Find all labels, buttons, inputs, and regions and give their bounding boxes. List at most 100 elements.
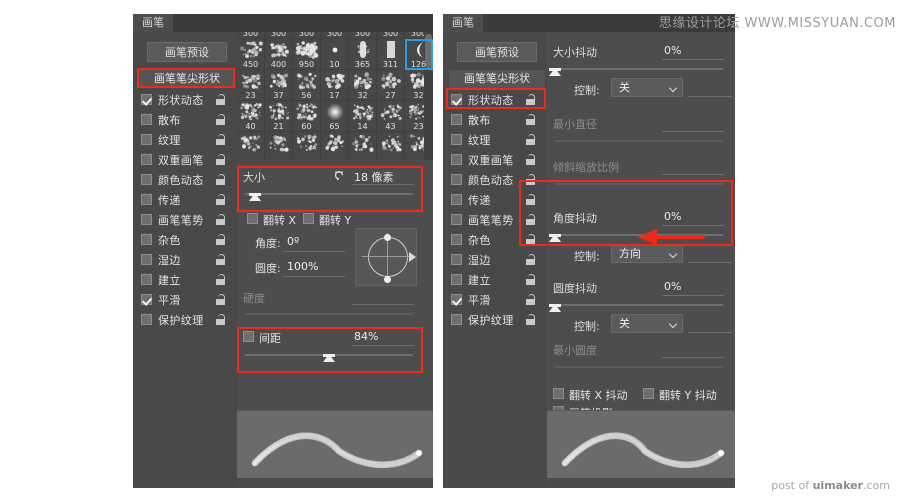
spacing-value[interactable]: 84% <box>354 330 378 343</box>
lock-icon[interactable] <box>526 294 535 305</box>
option-row-left-8[interactable]: 湿边 <box>133 250 237 270</box>
option-checkbox-left-11[interactable] <box>141 314 152 325</box>
option-checkbox-left-10[interactable] <box>141 294 152 305</box>
option-row-right-4[interactable]: 颜色动态 <box>443 170 547 190</box>
brush-cell[interactable] <box>349 132 377 160</box>
option-checkbox-right-4[interactable] <box>451 174 462 185</box>
brush-cell[interactable]: 40 <box>237 101 265 132</box>
brush-cell[interactable]: 27 <box>377 70 405 101</box>
option-checkbox-left-2[interactable] <box>141 134 152 145</box>
lock-icon[interactable] <box>526 194 535 205</box>
lock-icon[interactable] <box>526 134 535 145</box>
lock-icon[interactable] <box>526 254 535 265</box>
brush-cell[interactable]: 60 <box>293 101 321 132</box>
option-row-right-5[interactable]: 传递 <box>443 190 547 210</box>
flip-x-jitter-checkbox[interactable] <box>553 388 564 399</box>
roundness-jitter-control-select[interactable]: 关 <box>611 314 683 333</box>
option-row-left-0[interactable]: 形状动态 <box>133 90 237 110</box>
tab-brush-left[interactable]: 画笔 <box>133 14 173 32</box>
option-row-left-3[interactable]: 双重画笔 <box>133 150 237 170</box>
lock-icon[interactable] <box>526 114 535 125</box>
option-row-left-1[interactable]: 散布 <box>133 110 237 130</box>
brush-cell[interactable] <box>321 132 349 160</box>
option-checkbox-left-5[interactable] <box>141 194 152 205</box>
brush-presets-button-left[interactable]: 画笔预设 <box>147 42 227 62</box>
brush-cell[interactable]: 10 <box>321 39 349 70</box>
brush-cell[interactable]: 65 <box>321 101 349 132</box>
option-row-right-7[interactable]: 杂色 <box>443 230 547 250</box>
spacing-checkbox[interactable] <box>243 331 254 342</box>
option-row-left-9[interactable]: 建立 <box>133 270 237 290</box>
lock-icon[interactable] <box>216 294 225 305</box>
lock-icon[interactable] <box>216 274 225 285</box>
option-checkbox-right-1[interactable] <box>451 114 462 125</box>
option-checkbox-right-11[interactable] <box>451 314 462 325</box>
option-row-left-11[interactable]: 保护纹理 <box>133 310 237 330</box>
option-row-left-6[interactable]: 画笔笔势 <box>133 210 237 230</box>
option-row-right-6[interactable]: 画笔笔势 <box>443 210 547 230</box>
option-checkbox-left-0[interactable] <box>141 94 152 105</box>
reset-arrow-icon[interactable] <box>333 169 345 181</box>
option-row-left-2[interactable]: 纹理 <box>133 130 237 150</box>
brush-cell[interactable] <box>237 132 265 160</box>
spacing-slider-thumb[interactable] <box>323 354 335 362</box>
option-row-right-2[interactable]: 纹理 <box>443 130 547 150</box>
brush-cell[interactable]: 43 <box>377 101 405 132</box>
lock-icon[interactable] <box>216 234 225 245</box>
brush-cell[interactable]: 56 <box>293 70 321 101</box>
option-checkbox-left-3[interactable] <box>141 154 152 165</box>
option-row-right-9[interactable]: 建立 <box>443 270 547 290</box>
brush-cell[interactable]: 950 <box>293 39 321 70</box>
brush-cell[interactable] <box>293 132 321 160</box>
lock-icon[interactable] <box>216 314 225 325</box>
brush-presets-button-right[interactable]: 画笔预设 <box>457 42 537 62</box>
option-row-right-3[interactable]: 双重画笔 <box>443 150 547 170</box>
brush-tip-shape-button-right[interactable]: 画笔笔尖形状 <box>449 70 545 88</box>
lock-icon[interactable] <box>216 134 225 145</box>
lock-icon[interactable] <box>216 194 225 205</box>
option-checkbox-right-7[interactable] <box>451 234 462 245</box>
option-row-right-1[interactable]: 散布 <box>443 110 547 130</box>
size-jitter-track[interactable] <box>555 68 723 70</box>
option-checkbox-left-6[interactable] <box>141 214 152 225</box>
option-checkbox-right-2[interactable] <box>451 134 462 145</box>
option-checkbox-left-1[interactable] <box>141 114 152 125</box>
tab-brush-right[interactable]: 画笔 <box>443 14 483 32</box>
lock-icon[interactable] <box>216 174 225 185</box>
angle-circle[interactable] <box>368 237 408 277</box>
brush-cell-clipped[interactable]: 300 <box>377 32 405 39</box>
lock-icon[interactable] <box>526 214 535 225</box>
option-row-left-10[interactable]: 平滑 <box>133 290 237 310</box>
angle-jitter-value[interactable]: 0% <box>664 210 681 223</box>
lock-icon[interactable] <box>216 94 225 105</box>
brush-cell[interactable] <box>265 132 293 160</box>
option-checkbox-right-0[interactable] <box>451 94 462 105</box>
brush-cell[interactable] <box>377 132 405 160</box>
size-value[interactable]: 18 像素 <box>354 169 394 185</box>
roundness-jitter-track[interactable] <box>555 304 723 306</box>
angle-handle-bottom[interactable] <box>384 276 391 283</box>
flip-y-jitter-checkbox[interactable] <box>643 388 654 399</box>
brush-cell[interactable]: 365 <box>349 39 377 70</box>
option-row-left-5[interactable]: 传递 <box>133 190 237 210</box>
lock-icon[interactable] <box>216 114 225 125</box>
option-checkbox-right-5[interactable] <box>451 194 462 205</box>
lock-icon[interactable] <box>526 234 535 245</box>
option-checkbox-right-10[interactable] <box>451 294 462 305</box>
brush-cell-clipped[interactable]: 300 <box>293 32 321 39</box>
brush-cell-clipped[interactable]: 300 <box>349 32 377 39</box>
option-checkbox-left-9[interactable] <box>141 274 152 285</box>
option-row-left-4[interactable]: 颜色动态 <box>133 170 237 190</box>
brush-tip-shape-button-left[interactable]: 画笔笔尖形状 <box>139 70 235 88</box>
brush-cell[interactable]: 21 <box>265 101 293 132</box>
flip-y-checkbox[interactable] <box>303 213 314 224</box>
option-checkbox-right-9[interactable] <box>451 274 462 285</box>
option-checkbox-right-6[interactable] <box>451 214 462 225</box>
lock-icon[interactable] <box>526 174 535 185</box>
brush-cell[interactable]: 23 <box>237 70 265 101</box>
brush-cell-clipped[interactable]: 300 <box>265 32 293 39</box>
brush-cell[interactable]: 37 <box>265 70 293 101</box>
lock-icon[interactable] <box>216 214 225 225</box>
option-checkbox-right-8[interactable] <box>451 254 462 265</box>
size-jitter-value[interactable]: 0% <box>664 44 681 57</box>
